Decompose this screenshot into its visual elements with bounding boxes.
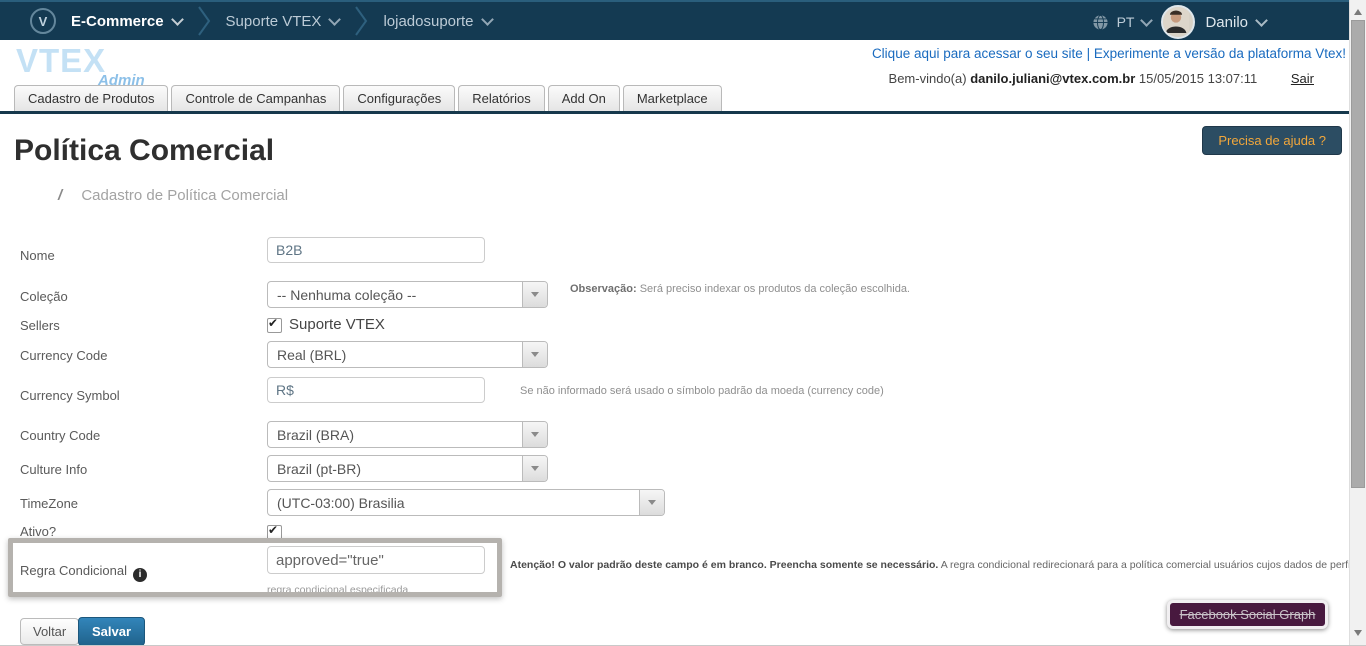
chevron-down-icon [481,13,494,26]
dropdown-arrow-icon [522,422,547,447]
help-button[interactable]: Precisa de ajuda ? [1202,126,1342,155]
back-button[interactable]: Voltar [20,618,79,645]
timezone-select[interactable]: (UTC-03:00) Brasilia [267,489,665,516]
sellers-option-label: Suporte VTEX [289,316,385,333]
dropdown-arrow-icon [639,490,664,515]
country-code-selected-value: Brazil (BRA) [268,427,522,443]
currency-code-select[interactable]: Real (BRL) [267,341,548,368]
globe-icon [1092,14,1109,31]
country-code-label: Country Code [20,428,100,443]
welcome-bar: Bem-vindo(a) danilo.juliani@vtex.com.br … [889,71,1314,86]
culture-info-select[interactable]: Brazil (pt-BR) [267,455,548,482]
dropdown-arrow-icon [522,282,547,307]
chevron-down-icon [171,13,184,26]
breadcrumb-slash: / [58,187,62,204]
dropdown-arrow-icon [522,342,547,367]
user-name: Danilo [1205,14,1248,31]
user-menu[interactable]: Danilo [1205,14,1266,31]
currency-symbol-input[interactable] [267,377,485,403]
tab-add-on[interactable]: Add On [548,85,620,111]
welcome-datetime: 15/05/2015 13:07:11 [1139,71,1257,86]
colecao-note: Observação: Será preciso indexar os prod… [570,283,910,295]
vtex-circle-logo-icon: V [30,8,56,34]
colecao-select[interactable]: -- Nenhuma coleção -- [267,281,548,308]
facebook-social-graph-button[interactable]: Facebook Social Graph [1167,600,1328,629]
chevron-down-icon [1141,14,1154,27]
regra-warning-continuation: regra condicional especificada. [267,584,411,596]
tab-configuracoes[interactable]: Configurações [343,85,455,111]
ativo-checkbox[interactable] [267,525,282,540]
welcome-prefix: Bem-vindo(a) [889,71,967,86]
sellers-label: Sellers [20,318,60,333]
colecao-note-title: Observação: [570,283,637,295]
platform-version-link[interactable]: Experimente a versão da plataforma Vtex! [1094,46,1346,61]
chevron-down-icon [329,13,342,26]
scroll-down-arrow-icon[interactable] [1354,630,1362,640]
page-title: Política Comercial [14,134,274,168]
language-selector[interactable]: PT [1092,14,1152,31]
topbar-item-label: Suporte VTEX [226,13,322,30]
currency-symbol-label: Currency Symbol [20,388,120,403]
top-navigation-bar: V E-Commerce Suporte VTEX lojadosuporte [0,0,1366,40]
avatar-photo [1163,7,1189,33]
scroll-up-arrow-icon[interactable] [1354,5,1362,15]
timezone-label: TimeZone [20,496,78,511]
tab-marketplace[interactable]: Marketplace [623,85,722,111]
vertical-scrollbar[interactable] [1349,0,1366,645]
logout-link[interactable]: Sair [1291,71,1314,86]
timezone-selected-value: (UTC-03:00) Brasilia [268,495,639,511]
currency-code-label: Currency Code [20,348,107,363]
country-code-select[interactable]: Brazil (BRA) [267,421,548,448]
breadcrumb: / Cadastro de Política Comercial [58,187,288,204]
vtex-admin-logo: VTEX [16,44,106,77]
regra-warning-text: Atenção! O valor padrão deste campo é em… [510,559,1355,571]
currency-symbol-note: Se não informado será usado o símbolo pa… [520,385,884,397]
culture-info-selected-value: Brazil (pt-BR) [268,461,522,477]
scrollbar-thumb[interactable] [1351,20,1365,488]
topbar-item-label: E-Commerce [71,13,164,30]
access-site-link[interactable]: Clique aqui para acessar o seu site [872,46,1083,61]
regra-warning-body: A regra condicional redirecionará para a… [941,559,1355,571]
header-links: Clique aqui para acessar o seu site | Ex… [872,46,1346,61]
regra-condicional-label-text: Regra Condicional [20,563,127,578]
main-tab-bar: Cadastro de Produtos Controle de Campanh… [0,85,1366,114]
sellers-checkbox[interactable] [267,318,282,333]
tab-controle-de-campanhas[interactable]: Controle de Campanhas [171,85,340,111]
tab-cadastro-de-produtos[interactable]: Cadastro de Produtos [14,85,168,111]
colecao-selected-value: -- Nenhuma coleção -- [268,287,522,303]
colecao-note-text: Será preciso indexar os produtos da cole… [640,283,910,295]
regra-condicional-input[interactable] [267,546,485,574]
topbar-item-label: lojadosuporte [383,13,473,30]
regra-warning-title: Atenção! O valor padrão deste campo é em… [510,559,938,571]
topbar-item-account[interactable]: Suporte VTEX [226,13,340,30]
breadcrumb-separator-icon [197,5,211,37]
colecao-label: Coleção [20,289,68,304]
topbar-item-store[interactable]: lojadosuporte [383,13,491,30]
save-button[interactable]: Salvar [78,617,145,646]
breadcrumb-separator-icon [354,5,368,37]
dropdown-arrow-icon [522,456,547,481]
welcome-email: danilo.juliani@vtex.com.br [970,71,1135,86]
chevron-down-icon [1255,14,1268,27]
vtex-admin-window: V E-Commerce Suporte VTEX lojadosuporte [0,0,1366,646]
user-avatar[interactable] [1161,5,1195,39]
link-separator: | [1087,46,1091,61]
nome-input[interactable] [267,237,485,263]
topbar-right-cluster: PT Danilo [1092,2,1266,42]
nome-label: Nome [20,248,55,263]
topbar-item-ecommerce[interactable]: E-Commerce [71,13,182,30]
regra-condicional-label: Regra Condicional [20,563,147,582]
breadcrumb-text: Cadastro de Política Comercial [81,187,288,204]
language-label: PT [1117,14,1135,30]
ativo-label: Ativo? [20,524,56,539]
culture-info-label: Culture Info [20,462,87,477]
info-icon[interactable] [133,568,147,582]
tab-relatorios[interactable]: Relatórios [458,85,545,111]
currency-code-selected-value: Real (BRL) [268,347,522,363]
